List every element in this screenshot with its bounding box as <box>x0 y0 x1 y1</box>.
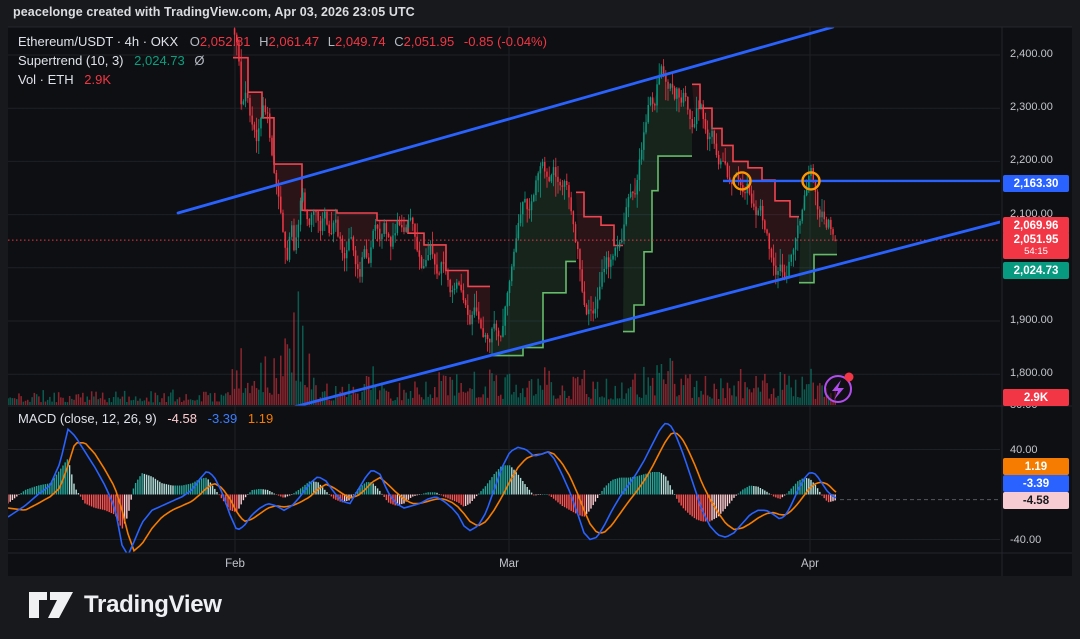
ohlc-open-label: O <box>190 34 200 49</box>
price-axis-label[interactable]: 2,200.00 <box>1010 154 1053 166</box>
footer-branding[interactable]: TradingView <box>28 590 222 620</box>
last-price-countdown-badge: 2,051.9554:15 <box>1003 232 1069 259</box>
volume-value-badge: 2.9K <box>1003 389 1069 406</box>
price-axis-label[interactable]: 1,900.00 <box>1010 314 1053 326</box>
volume-title: Vol · ETH <box>18 72 74 87</box>
supertrend-legend-row[interactable]: Supertrend (10, 3) 2,024.73 Ø <box>18 51 547 70</box>
price-axis-label[interactable]: 2,400.00 <box>1010 48 1053 60</box>
macd-title: MACD (close, 12, 26, 9) <box>18 411 157 426</box>
tradingview-brand-text: TradingView <box>84 591 222 619</box>
macd-axis-label[interactable]: -40.00 <box>1010 534 1041 546</box>
macd-axis-label[interactable]: 40.00 <box>1010 444 1038 456</box>
supertrend-value-badge: 2,024.73 <box>1003 262 1069 279</box>
symbol-title: Ethereum/USDT · 4h · OKX <box>18 34 178 49</box>
tradingview-screenshot: peacelonge created with TradingView.com,… <box>0 0 1080 639</box>
macd-line-value: -3.39 <box>208 411 238 426</box>
volume-legend-row[interactable]: Vol · ETH 2.9K <box>18 70 547 89</box>
ohlc-open-value: 2,052.81 <box>200 34 251 49</box>
ohlc-high-value: 2,061.47 <box>269 34 320 49</box>
time-axis-label[interactable]: Apr <box>801 558 819 570</box>
macd-hist-badge: -4.58 <box>1003 492 1069 509</box>
chart-canvas[interactable] <box>0 0 1080 639</box>
price-axis-label[interactable]: 1,800.00 <box>1010 367 1053 379</box>
ohlc-close-label: C <box>394 34 403 49</box>
volume-value: 2.9K <box>84 72 111 87</box>
tradingview-logo-icon <box>28 590 74 620</box>
macd-line-badge: -3.39 <box>1003 475 1069 492</box>
macd-signal-value: 1.19 <box>248 411 273 426</box>
macd-signal-badge: 1.19 <box>1003 458 1069 475</box>
supertrend-title: Supertrend (10, 3) <box>18 53 124 68</box>
ohlc-high-label: H <box>259 34 268 49</box>
macd-hist-value: -4.58 <box>167 411 197 426</box>
ohlc-low-value: 2,049.74 <box>335 34 386 49</box>
alert-level-badge: 2,163.30 <box>1003 175 1069 192</box>
main-legend: Ethereum/USDT · 4h · OKX O2,052.81 H2,06… <box>18 32 547 89</box>
supertrend-value: 2,024.73 <box>134 53 185 68</box>
macd-legend-row[interactable]: MACD (close, 12, 26, 9) -4.58 -3.39 1.19 <box>18 411 273 426</box>
symbol-legend-row[interactable]: Ethereum/USDT · 4h · OKX O2,052.81 H2,06… <box>18 32 547 51</box>
ohlc-close-value: 2,051.95 <box>404 34 455 49</box>
change-value: -0.85 (-0.04%) <box>464 34 547 49</box>
supertrend-suffix-icon[interactable]: Ø <box>194 53 204 68</box>
ohlc-low-label: L <box>328 34 335 49</box>
time-axis-label[interactable]: Mar <box>499 558 519 570</box>
time-axis-label[interactable]: Feb <box>225 558 245 570</box>
price-axis-label[interactable]: 2,300.00 <box>1010 101 1053 113</box>
